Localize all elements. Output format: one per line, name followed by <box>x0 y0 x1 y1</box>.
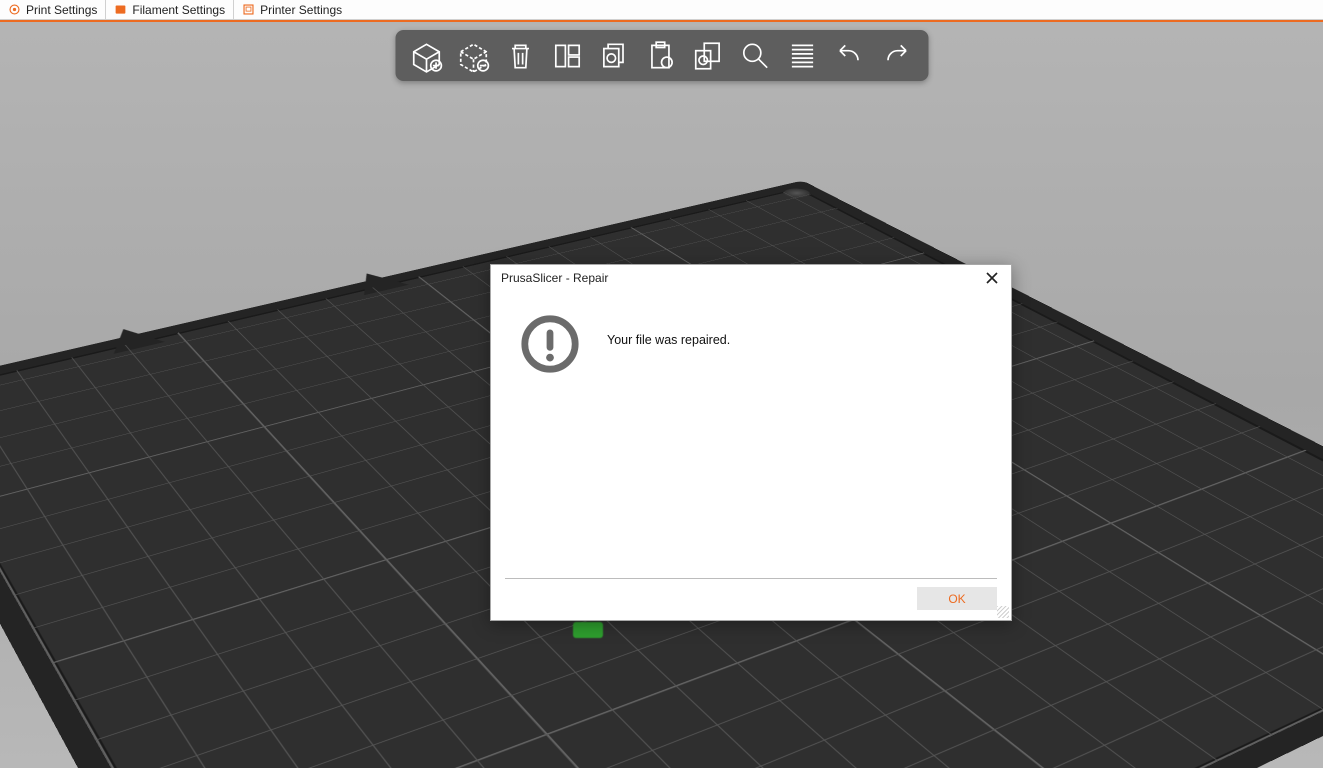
info-exclamation-icon <box>519 313 581 375</box>
undo-button[interactable] <box>826 34 873 77</box>
origin-hint <box>573 622 603 638</box>
instances-button[interactable] <box>685 34 732 77</box>
paste-button[interactable] <box>638 34 685 77</box>
tab-label: Filament Settings <box>132 3 225 17</box>
tab-label: Printer Settings <box>260 3 342 17</box>
close-icon[interactable] <box>983 269 1001 287</box>
gear-icon <box>8 3 21 16</box>
top-toolbar <box>395 30 928 81</box>
delete-button[interactable] <box>497 34 544 77</box>
arrange-button[interactable] <box>544 34 591 77</box>
3d-viewport[interactable]: ORIGINAL PRUSA MK4 by Josef Prusa PrusaS… <box>0 22 1323 768</box>
variable-layer-button[interactable] <box>779 34 826 77</box>
tab-print-settings[interactable]: Print Settings <box>0 0 106 19</box>
tab-filament-settings[interactable]: Filament Settings <box>106 0 234 19</box>
settings-tabs: Print Settings Filament Settings Printer… <box>0 0 1323 20</box>
search-button[interactable] <box>732 34 779 77</box>
remove-button[interactable] <box>450 34 497 77</box>
resize-grip[interactable] <box>997 606 1009 618</box>
add-button[interactable] <box>403 34 450 77</box>
repair-dialog: PrusaSlicer - Repair Your file was repai… <box>490 264 1012 621</box>
tab-label: Print Settings <box>26 3 97 17</box>
redo-button[interactable] <box>873 34 920 77</box>
copy-button[interactable] <box>591 34 638 77</box>
ok-button[interactable]: OK <box>917 587 997 610</box>
dialog-title-text: PrusaSlicer - Repair <box>501 271 608 285</box>
dialog-message: Your file was repaired. <box>607 313 730 347</box>
printer-icon <box>242 3 255 16</box>
spool-icon <box>114 3 127 16</box>
tab-printer-settings[interactable]: Printer Settings <box>234 0 350 19</box>
dialog-titlebar[interactable]: PrusaSlicer - Repair <box>491 265 1011 293</box>
